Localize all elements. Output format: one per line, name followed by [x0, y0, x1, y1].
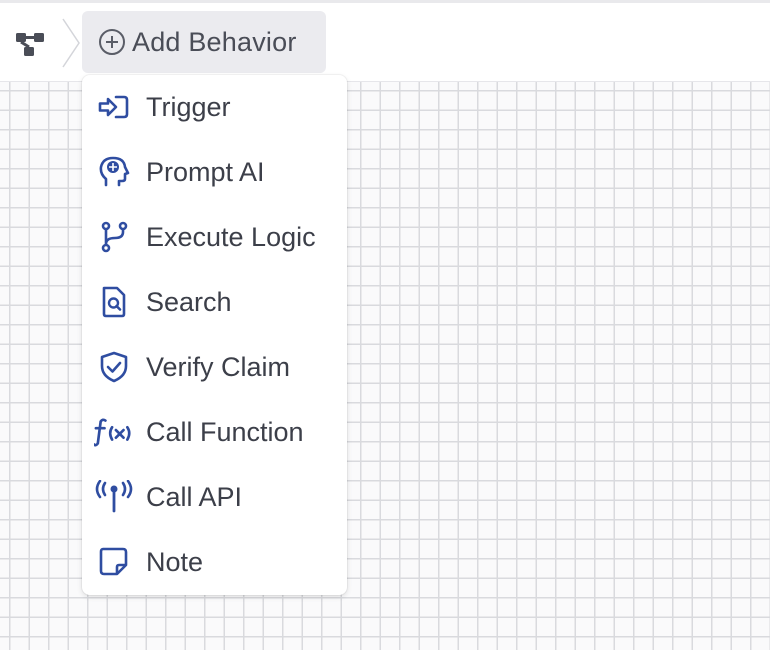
menu-item-label: Execute Logic — [146, 221, 316, 252]
ai-head-icon — [94, 152, 134, 192]
menu-item-note[interactable]: Note — [82, 532, 347, 592]
menu-item-prompt-ai[interactable]: Prompt AI — [82, 142, 347, 202]
menu-item-call-function[interactable]: Call Function — [82, 402, 347, 462]
menu-item-label: Prompt AI — [146, 156, 265, 187]
note-icon — [94, 542, 134, 582]
menu-item-trigger[interactable]: Trigger — [82, 77, 347, 137]
menu-item-label: Call API — [146, 481, 243, 512]
plus-circle-icon — [98, 28, 126, 56]
menu-item-label: Verify Claim — [146, 351, 291, 382]
add-behavior-button[interactable]: Add Behavior — [82, 11, 326, 73]
function-icon — [94, 412, 134, 452]
menu-item-execute-logic[interactable]: Execute Logic — [82, 207, 347, 267]
add-behavior-label: Add Behavior — [132, 26, 297, 57]
toolbar: Add Behavior — [0, 3, 770, 82]
menu-item-verify-claim[interactable]: Verify Claim — [82, 337, 347, 397]
menu-item-label: Search — [146, 286, 232, 317]
workflow-editor: Add Behavior Trigger Prompt AI Execute L… — [0, 0, 770, 650]
breadcrumb-separator — [60, 17, 82, 69]
menu-item-label: Call Function — [146, 416, 304, 447]
menu-item-label: Trigger — [146, 91, 231, 122]
menu-item-label: Note — [146, 546, 204, 577]
trigger-icon — [94, 87, 134, 127]
antenna-icon — [94, 477, 134, 517]
workflow-tree-icon[interactable] — [8, 25, 52, 61]
menu-item-search[interactable]: Search — [82, 272, 347, 332]
branch-icon — [94, 217, 134, 257]
menu-item-call-api[interactable]: Call API — [82, 467, 347, 527]
search-document-icon — [94, 282, 134, 322]
add-behavior-menu: Trigger Prompt AI Execute Logic Search V… — [82, 75, 347, 595]
shield-check-icon — [94, 347, 134, 387]
